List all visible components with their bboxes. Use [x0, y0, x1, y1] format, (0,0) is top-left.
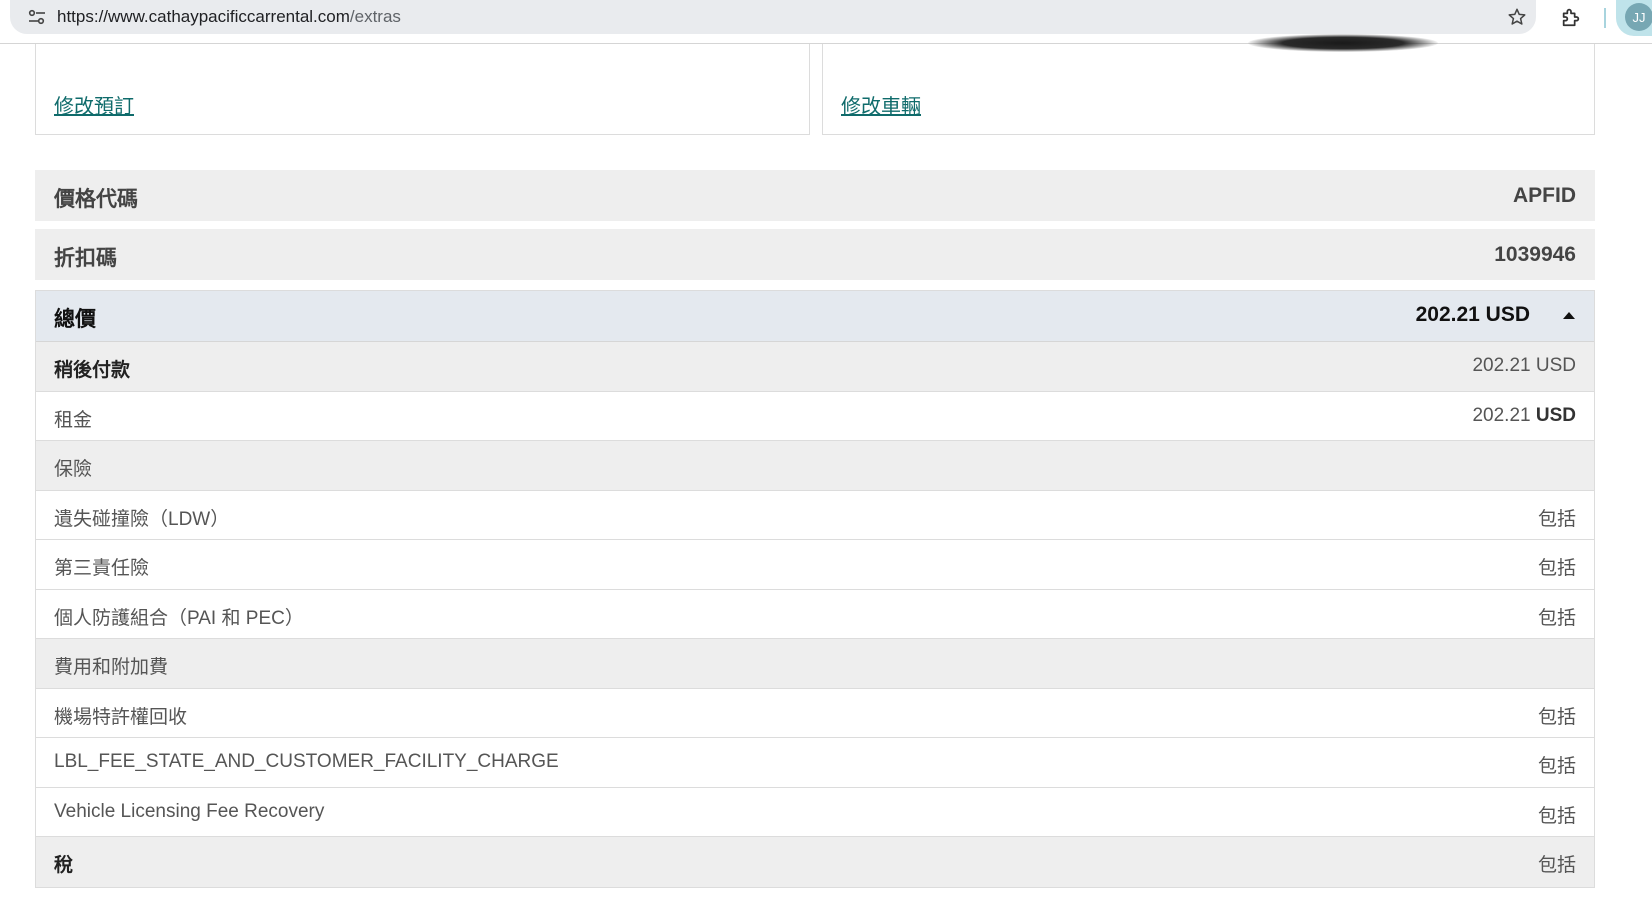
url-text[interactable]: https://www.cathaypacificcarrental.com/e…: [57, 7, 401, 27]
tax-row: 稅 包括: [36, 837, 1594, 887]
collapse-caret-up-icon[interactable]: [1562, 310, 1576, 320]
avatar-initials: JJ: [1625, 3, 1652, 31]
facility-charge-row: LBL_FEE_STATE_AND_CUSTOMER_FACILITY_CHAR…: [36, 738, 1594, 788]
personal-protection-value: 包括: [1537, 607, 1576, 629]
address-bar[interactable]: https://www.cathaypacificcarrental.com/e…: [10, 0, 1536, 34]
booking-card: 修改預訂: [35, 44, 810, 135]
rate-code-value: APFID: [1513, 184, 1576, 207]
rental-label: 租金: [54, 409, 93, 431]
toolbar-divider: [1604, 8, 1606, 28]
insurance-section-row: 保險: [36, 441, 1594, 491]
ldw-label: 遺失碰撞險（LDW）: [54, 508, 230, 530]
rate-code-row: 價格代碼 APFID: [35, 170, 1595, 221]
vehicle-image-bottom: [1248, 34, 1438, 52]
bookmark-star-icon[interactable]: [1504, 4, 1530, 30]
fees-section-label: 費用和附加費: [54, 657, 169, 678]
profile-avatar[interactable]: JJ: [1616, 0, 1652, 36]
price-breakdown-table: 總價 202.21 USD 稍後付款 202.21 USD 租金 202.21 …: [35, 290, 1595, 888]
third-party-liability-label: 第三責任險: [54, 558, 150, 579]
tax-label: 稅: [54, 855, 74, 876]
personal-protection-row: 個人防護組合（PAI 和 PEC） 包括: [36, 589, 1594, 639]
tax-value: 包括: [1537, 855, 1576, 876]
pay-later-value: 202.21 USD: [1472, 355, 1576, 376]
personal-protection-label: 個人防護組合（PAI 和 PEC）: [54, 607, 304, 629]
airport-concession-value: 包括: [1537, 706, 1576, 728]
extensions-puzzle-icon[interactable]: [1558, 4, 1584, 30]
pay-later-row: 稍後付款 202.21 USD: [36, 342, 1594, 392]
third-party-liability-row: 第三責任險 包括: [36, 540, 1594, 590]
site-info-icon[interactable]: [24, 5, 50, 29]
insurance-section-label: 保險: [54, 459, 93, 480]
vehicle-card: 修改車輛: [822, 34, 1595, 135]
discount-code-label: 折扣碼: [54, 247, 117, 270]
pay-later-label: 稍後付款: [54, 360, 131, 381]
modify-booking-link[interactable]: 修改預訂: [54, 90, 134, 119]
airport-concession-row: 機場特許權回收 包括: [36, 688, 1594, 738]
rate-code-label: 價格代碼: [54, 188, 138, 211]
rental-row: 租金 202.21 USD: [36, 391, 1594, 441]
third-party-liability-value: 包括: [1537, 558, 1576, 579]
fees-section-row: 費用和附加費: [36, 639, 1594, 689]
vehicle-licensing-fee-row: Vehicle Licensing Fee Recovery 包括: [36, 787, 1594, 837]
ldw-row: 遺失碰撞險（LDW） 包括: [36, 490, 1594, 540]
ldw-value: 包括: [1537, 508, 1576, 530]
total-price-value: 202.21 USD: [1415, 303, 1530, 326]
total-price-label: 總價: [54, 308, 96, 331]
airport-concession-label: 機場特許權回收: [54, 706, 188, 728]
vehicle-licensing-fee-value: 包括: [1537, 805, 1576, 827]
url-host: https://www.cathaypacificcarrental.com: [57, 7, 350, 26]
discount-code-row: 折扣碼 1039946: [35, 229, 1595, 280]
rental-amount: 202.21: [1472, 404, 1531, 426]
vehicle-licensing-fee-label: Vehicle Licensing Fee Recovery: [54, 800, 325, 822]
discount-code-value: 1039946: [1494, 243, 1576, 266]
facility-charge-label: LBL_FEE_STATE_AND_CUSTOMER_FACILITY_CHAR…: [54, 751, 559, 772]
facility-charge-value: 包括: [1537, 756, 1576, 777]
url-path: /extras: [349, 7, 401, 26]
rental-value: 202.21 USD: [1472, 405, 1576, 427]
rental-currency: USD: [1535, 404, 1576, 426]
total-price-header[interactable]: 總價 202.21 USD: [36, 291, 1594, 342]
modify-vehicle-link[interactable]: 修改車輛: [841, 90, 921, 119]
